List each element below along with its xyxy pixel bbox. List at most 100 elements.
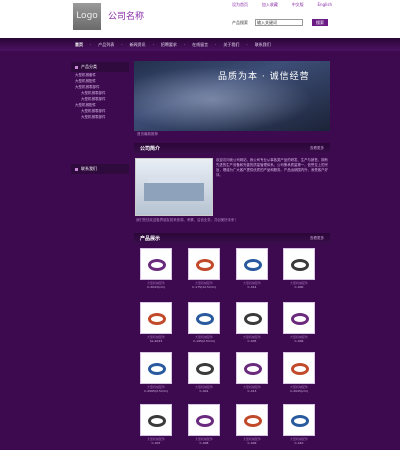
product-image [291,363,309,375]
product-code: C-410 [294,441,304,445]
product-thumbnail[interactable] [140,248,172,280]
product-code: C-406 [294,339,304,343]
banner-caption: 首页最新推荐 [137,132,158,136]
chinese-link[interactable]: 中文版 [292,2,304,8]
product-image [196,313,214,325]
product-thumbnail[interactable] [236,302,268,334]
product-thumbnail[interactable] [236,248,268,280]
products-more-link[interactable]: 查看更多 [310,236,324,241]
category-panel-title: 产品分类 [71,62,129,72]
nav-jobs[interactable]: 招聘要求 [161,42,177,48]
bullet-icon [75,66,78,69]
product-code: C-2065(2.5mm) [144,389,168,393]
english-link[interactable]: English [318,2,332,8]
product-code: C-413 [247,389,257,393]
product-thumbnail[interactable] [140,404,172,436]
nav-news[interactable]: 新闻资讯 [130,42,146,48]
product-code: C-175(12.5mm) [192,285,216,289]
product-card[interactable]: 大型机械配件 C-401 [188,352,220,393]
product-thumbnail[interactable] [283,248,315,280]
banner-image: 品质为本 · 诚信经营 [134,61,330,131]
product-image [148,415,166,427]
product-code: C-2043(xm) [147,285,165,289]
product-card[interactable]: 大型机械配件 C-410 [283,404,315,445]
nav-about[interactable]: 关于我们 [223,42,239,48]
nav-products[interactable]: 产品列表 [98,42,114,48]
nav-separator: · [121,42,123,47]
search-label: 产品搜索 [232,20,248,25]
product-image [148,363,166,375]
product-card[interactable]: 大型机械配件 C-407 [140,404,172,445]
product-code: C-405 [247,339,257,343]
contact-panel-title: 联系我们 [71,164,129,174]
product-card[interactable]: 大型机械配件 C-406 [283,302,315,343]
product-card[interactable]: 大型机械配件 C-2065(2.5mm) [140,352,172,393]
product-thumbnail[interactable] [283,302,315,334]
main-nav: 首页 · 产品列表 · 新闻资讯 · 招聘要求 · 在线留言 · 关于我们 · … [0,38,400,51]
product-card[interactable]: 大型机械配件 C-175(12.5mm) [188,248,220,289]
product-code: C-401 [199,389,209,393]
product-image [148,313,166,325]
product-card[interactable]: 大型机械配件 SL-2043 [140,302,172,343]
product-thumbnail[interactable] [283,404,315,436]
add-favorite-link[interactable]: 加入收藏 [262,2,278,8]
nav-home[interactable]: 首页 [75,42,83,48]
building-body [144,183,204,201]
product-card[interactable]: 大型机械配件 C-409 [236,404,268,445]
search-input[interactable]: 输入关键词 [255,19,303,26]
product-card[interactable]: 大型机械配件 C-414 [236,248,268,289]
product-card[interactable]: 大型机械配件 C-2045(xm) [283,352,315,393]
product-image [196,415,214,427]
intro-title: 公司简介 [140,146,161,152]
product-image [196,259,214,271]
product-code: C-195(2.5mm) [193,339,215,343]
product-thumbnail[interactable] [140,352,172,384]
product-code: C-414 [247,285,257,289]
product-image [291,313,309,325]
product-card[interactable]: 大型机械配件 C-408 [188,404,220,445]
product-code: C-408 [199,441,209,445]
product-thumbnail[interactable] [236,352,268,384]
product-thumbnail[interactable] [140,302,172,334]
product-thumbnail[interactable] [188,302,220,334]
product-card[interactable]: 大型机械配件 C-195(2.5mm) [188,302,220,343]
product-thumbnail[interactable] [188,404,220,436]
category-item[interactable]: 大型机械零部件 [71,114,129,120]
products-title: 产品展示 [140,236,161,242]
logo[interactable]: Logo [73,3,101,30]
product-card[interactable]: 大型机械配件 C-413 [236,352,268,393]
search-button[interactable]: 搜索 [312,19,328,26]
product-image [244,363,262,375]
product-image [148,259,166,271]
set-homepage-link[interactable]: 设为首页 [232,2,248,8]
company-photo [135,158,213,216]
product-thumbnail[interactable] [283,352,315,384]
nav-message[interactable]: 在线留言 [192,42,208,48]
product-thumbnail[interactable] [236,404,268,436]
product-image [196,363,214,375]
intro-foot: 我们热忱欢迎各界朋友前来参观、考察、洽谈业务，共创美好未来！ [136,218,238,222]
intro-more-link[interactable]: 查看更多 [310,146,324,151]
product-image [291,415,309,427]
category-title: 产品分类 [81,64,97,69]
product-thumbnail[interactable] [188,248,220,280]
nav-separator: · [215,42,217,47]
product-image [291,259,309,271]
product-code: C-409 [247,441,257,445]
contact-title: 联系我们 [81,166,97,171]
products-header: 产品展示 查看更多 [134,233,330,244]
nav-contact[interactable]: 联系我们 [255,42,271,48]
site-header: Logo 公司名称 设为首页 加入收藏 中文版 English 产品搜索 输入关… [0,0,400,38]
product-code: SL-2043 [149,339,163,343]
intro-text: 欢迎访问我公司网站，我公司专业从事各类产品的研发、生产与销售，拥有先进的生产设备… [216,158,328,177]
product-thumbnail[interactable] [188,352,220,384]
product-card[interactable]: 大型机械配件 C-2043(xm) [140,248,172,289]
product-card[interactable]: 大型机械配件 C-400 [283,248,315,289]
sidebar: 产品分类 大型机械套件 大型机械配件 大型机械零部件 大型机械零部件 大型机械零… [71,62,129,120]
nav-separator: · [246,42,248,47]
bullet-icon [75,168,78,171]
product-card[interactable]: 大型机械配件 C-405 [236,302,268,343]
intro-header: 公司简介 查看更多 [134,143,330,154]
product-image [244,259,262,271]
top-links: 设为首页 加入收藏 中文版 English [232,2,332,8]
